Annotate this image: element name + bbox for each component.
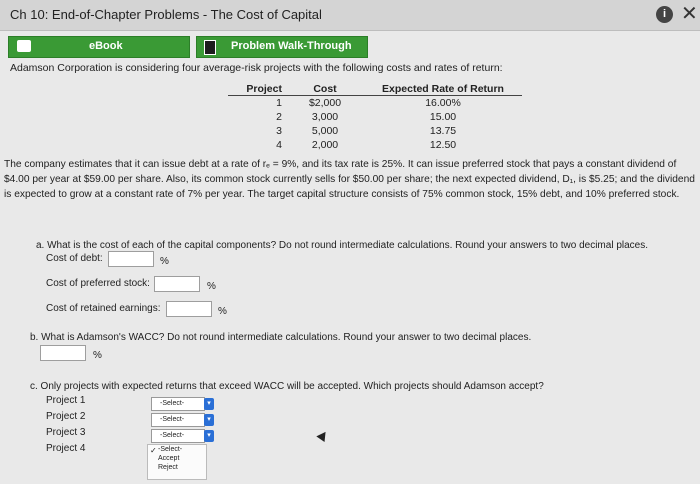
problem-intro: Adamson Corporation is considering four … [10,62,503,74]
project-number: 2 [276,111,282,123]
tab-bar: eBook Problem Walk-Through [0,36,700,58]
cost-of-preferred-input[interactable] [154,276,200,292]
project-rate: 16.00% [425,97,461,109]
preferred-percent-unit: % [207,281,216,292]
table-row: 3 5,000 13.75 [228,124,522,138]
project-cost: 2,000 [311,139,339,151]
dropdown-option[interactable]: Reject [148,463,206,472]
close-icon[interactable]: ✕ [681,3,698,25]
project-1-label: Project 1 [46,395,86,406]
table-header-row: Project Cost Expected Rate of Return [228,82,522,96]
walkthrough-icon [204,40,216,55]
wacc-percent-unit: % [93,350,102,361]
chevron-down-icon[interactable]: ▾ [204,414,214,426]
debt-percent-unit: % [160,256,169,267]
mouse-cursor-icon [316,428,330,443]
project-rate: 13.75 [429,125,457,137]
project-rate: 12.50 [429,139,457,151]
book-icon [17,40,31,52]
ebook-label: eBook [89,40,123,52]
project-3-select[interactable]: -Select- ▾ [151,429,214,443]
project-4-label: Project 4 [46,443,86,454]
select-value: -Select- [160,416,185,423]
check-icon: ✓ [150,446,157,455]
table-row: 2 3,000 15.00 [228,110,522,124]
chevron-down-icon[interactable]: ▾ [204,430,214,442]
wacc-input[interactable] [40,345,86,361]
table-row: 4 2,000 12.50 [228,138,522,152]
cost-of-debt-input[interactable] [108,251,154,267]
window-title: Ch 10: End-of-Chapter Problems - The Cos… [10,7,322,22]
cost-of-debt-label: Cost of debt: [46,253,103,264]
cost-of-retained-label: Cost of retained earnings: [46,303,161,314]
table-row: 1 $2,000 16.00% [228,96,522,111]
question-a-prompt: a. What is the cost of each of the capit… [36,240,648,251]
select-value: -Select- [160,432,185,439]
dropdown-option[interactable]: Accept [148,454,206,463]
chevron-down-icon[interactable]: ▾ [204,398,214,410]
project-2-select[interactable]: -Select- ▾ [151,413,214,427]
projects-table: Project Cost Expected Rate of Return 1 $… [228,82,522,152]
project-number: 3 [276,125,282,137]
problem-walkthrough-label: Problem Walk-Through [231,40,352,52]
project-cost: 3,000 [311,111,339,123]
project-1-select[interactable]: -Select- ▾ [151,397,214,411]
retained-percent-unit: % [218,306,227,317]
problem-description: The company estimates that it can issue … [4,159,695,200]
project-number: 4 [276,139,282,151]
project-number: 1 [276,97,282,109]
header-project: Project [228,82,286,96]
question-c-prompt: c. Only projects with expected returns t… [30,381,544,392]
project-rate: 15.00 [429,111,457,123]
project-2-label: Project 2 [46,411,86,422]
info-icon[interactable]: i [656,6,673,23]
question-b-prompt: b. What is Adamson's WACC? Do not round … [30,332,532,343]
window-titlebar: Ch 10: End-of-Chapter Problems - The Cos… [0,0,700,31]
project-cost: $2,000 [308,97,342,109]
project-3-label: Project 3 [46,427,86,438]
header-cost: Cost [286,82,364,96]
cost-of-retained-input[interactable] [166,301,212,317]
header-rate: Expected Rate of Return [364,82,522,96]
project-4-dropdown[interactable]: ✓ -Select- Accept Reject [147,444,207,480]
ebook-button[interactable]: eBook [8,36,190,58]
problem-walkthrough-button[interactable]: Problem Walk-Through [196,36,368,58]
cost-of-preferred-label: Cost of preferred stock: [46,278,150,289]
select-value: -Select- [160,400,185,407]
project-cost: 5,000 [311,125,339,137]
